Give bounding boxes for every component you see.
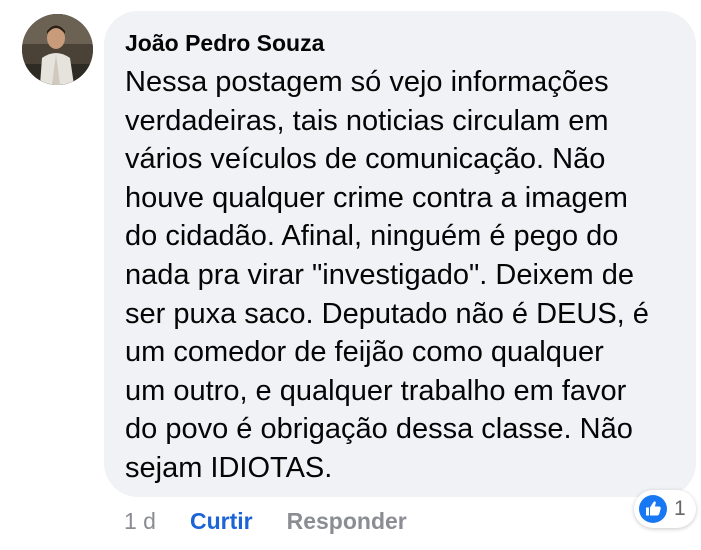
- comment-actions: 1 d Curtir Responder: [124, 504, 407, 538]
- comment-line: um comedor de feijão como qualquer: [125, 336, 604, 369]
- comment-line: verdadeiras, tais noticias circulam em: [125, 104, 609, 137]
- comment-line: do cidadão. Afinal, ninguém é pego do: [125, 220, 619, 253]
- comment-line: Nessa postagem só vejo informações: [125, 66, 609, 98]
- avatar[interactable]: [22, 14, 93, 85]
- comment-line: do povo é obrigação dessa classe. Não: [125, 413, 633, 446]
- comment-line: nada pra virar "investigado". Deixem de: [125, 258, 635, 291]
- reply-button[interactable]: Responder: [287, 508, 407, 535]
- comment-line: vários veículos de comunicação. Não: [125, 143, 606, 176]
- thumbs-up-icon: [639, 495, 667, 523]
- comment-author[interactable]: João Pedro Souza: [125, 27, 676, 59]
- comment-line: um outro, e qualquer trabalho em favor: [125, 374, 627, 407]
- comment-line: sejam IDIOTAS.: [125, 451, 333, 484]
- comment-text: Nessa postagem só vejo informações verdad…: [125, 63, 676, 488]
- comment-bubble: João Pedro Souza Nessa postagem só vejo …: [104, 11, 696, 497]
- comment-line: houve qualquer crime contra a imagem: [125, 181, 628, 214]
- avatar-photo: [22, 14, 93, 85]
- like-button[interactable]: Curtir: [190, 508, 253, 535]
- comment-timestamp[interactable]: 1 d: [124, 508, 156, 535]
- comment-line: ser puxa saco. Deputado não é DEUS, é: [125, 297, 649, 330]
- reaction-summary[interactable]: 1: [634, 490, 696, 528]
- reaction-count: 1: [674, 497, 686, 520]
